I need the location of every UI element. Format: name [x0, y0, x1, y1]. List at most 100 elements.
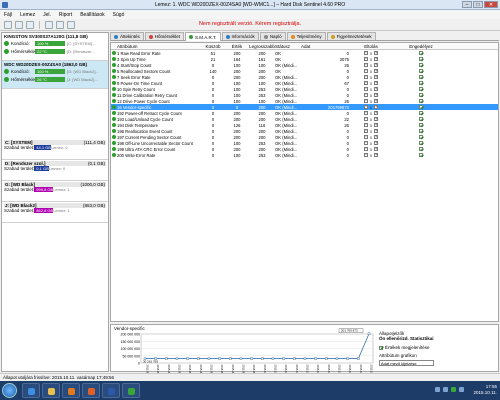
enable-checkbox[interactable]	[419, 141, 423, 145]
minus-button[interactable]: −	[363, 141, 368, 145]
plus-button[interactable]: +	[374, 69, 379, 73]
menu-help[interactable]: Súgó	[113, 12, 125, 18]
col-enable[interactable]: Engedélyez	[391, 44, 451, 49]
volume-item[interactable]: J: [WD Black2] (863,0 GB) Szabad terület:…	[2, 202, 108, 223]
col-threshold[interactable]: Küszöb	[201, 44, 225, 49]
show-values-checkbox[interactable]	[379, 345, 383, 350]
col-attribute[interactable]: Attribútum	[117, 44, 201, 49]
plus-button[interactable]: +	[374, 81, 379, 85]
tab-performance[interactable]: Teljesítmény	[286, 32, 326, 40]
maximize-button[interactable]: □	[473, 1, 483, 8]
minus-button[interactable]: −	[363, 57, 368, 61]
menu-file[interactable]: Fájl	[4, 12, 12, 18]
plus-button[interactable]: +	[374, 111, 379, 115]
col-value[interactable]: Érték	[225, 44, 249, 49]
tab-temperature[interactable]: Hőmérséklet	[144, 32, 185, 40]
tab-information[interactable]: Információk	[221, 32, 259, 40]
clock[interactable]: 17:55 2015.10.11.	[474, 384, 497, 396]
minus-button[interactable]: −	[363, 153, 368, 157]
table-row[interactable]: 200 Write Error Rate 0 100 253 OK (Mindi…	[111, 152, 498, 158]
plus-button[interactable]: +	[374, 75, 379, 79]
start-button[interactable]	[2, 383, 17, 398]
taskbar-app-word[interactable]	[102, 383, 120, 398]
tray-icon[interactable]	[435, 387, 440, 392]
minus-button[interactable]: −	[363, 81, 368, 85]
enable-checkbox[interactable]	[419, 129, 423, 133]
registration-message[interactable]: Nem regisztrált verzió. Kérem regisztrál…	[0, 21, 500, 27]
enable-checkbox[interactable]	[419, 153, 423, 157]
disk-item-1[interactable]: WDC WD20DZEX-00Z4SA0 (1863,0 GB) Kondíci…	[2, 61, 108, 89]
volume-item[interactable]: D: [Rendszer szol.] (0,1 GB) Szabad terül…	[2, 160, 108, 181]
minimize-button[interactable]: –	[462, 1, 472, 8]
minus-button[interactable]: −	[363, 147, 368, 151]
volume-item[interactable]: G: [WD Black] (1000,0 GB) Szabad terület:…	[2, 181, 108, 202]
plus-button[interactable]: +	[374, 99, 379, 103]
col-data[interactable]: Adat	[297, 44, 351, 49]
minus-button[interactable]: −	[363, 129, 368, 133]
taskbar-app-ie[interactable]	[22, 383, 40, 398]
enable-checkbox[interactable]	[419, 63, 423, 67]
minus-button[interactable]: −	[363, 75, 368, 79]
enable-checkbox[interactable]	[419, 135, 423, 139]
enable-checkbox[interactable]	[419, 123, 423, 127]
enable-checkbox[interactable]	[419, 51, 423, 55]
enable-checkbox[interactable]	[419, 57, 423, 61]
minus-button[interactable]: −	[363, 123, 368, 127]
minus-button[interactable]: −	[363, 117, 368, 121]
enable-checkbox[interactable]	[419, 81, 423, 85]
menu-report-jel[interactable]: Jel.	[43, 12, 51, 18]
tray-hds-icon[interactable]	[451, 387, 456, 392]
col-status[interactable]: Státusz	[275, 44, 297, 49]
enable-checkbox[interactable]	[419, 69, 423, 73]
enable-checkbox[interactable]	[419, 147, 423, 151]
taskbar-app-explorer[interactable]	[42, 383, 60, 398]
plus-button[interactable]: +	[374, 57, 379, 61]
col-offset[interactable]: Eltolás	[351, 44, 391, 49]
taskbar-app-firefox[interactable]	[82, 383, 100, 398]
tab-smart[interactable]: S.M.A.R.T.	[185, 32, 221, 41]
disk-item-0[interactable]: KINGSTON SV300S37A120G (111,8 GB) Kondíc…	[2, 33, 108, 61]
plus-button[interactable]: +	[374, 147, 379, 151]
minus-button[interactable]: −	[363, 111, 368, 115]
minus-button[interactable]: −	[363, 105, 368, 109]
minus-button[interactable]: −	[363, 63, 368, 67]
volume-item[interactable]: C: [SYSTEM] (111,4 GB) Szabad terület: 44,…	[2, 139, 108, 160]
plus-button[interactable]: +	[374, 129, 379, 133]
minus-button[interactable]: −	[363, 87, 368, 91]
tab-alerts[interactable]: Figyelmeztetések	[326, 32, 376, 40]
plus-button[interactable]: +	[374, 105, 379, 109]
enable-checkbox[interactable]	[419, 75, 423, 79]
enable-checkbox[interactable]	[419, 111, 423, 115]
plus-button[interactable]: +	[374, 63, 379, 67]
plus-button[interactable]: +	[374, 153, 379, 157]
menu-report[interactable]: Riport	[59, 12, 72, 18]
plus-button[interactable]: +	[374, 135, 379, 139]
minus-button[interactable]: −	[363, 69, 368, 73]
menu-settings[interactable]: Beállítások	[80, 12, 104, 18]
minus-button[interactable]: −	[363, 99, 368, 103]
minus-button[interactable]: −	[363, 51, 368, 55]
plus-button[interactable]: +	[374, 123, 379, 127]
plus-button[interactable]: +	[374, 93, 379, 97]
enable-checkbox[interactable]	[419, 105, 423, 109]
plus-button[interactable]: +	[374, 51, 379, 55]
col-worst[interactable]: Legrosszabb	[249, 44, 275, 49]
plus-button[interactable]: +	[374, 117, 379, 121]
taskbar-app-hds[interactable]	[122, 383, 140, 398]
minus-button[interactable]: −	[363, 93, 368, 97]
plus-button[interactable]: +	[374, 141, 379, 145]
plus-button[interactable]: +	[374, 87, 379, 91]
tray-icon[interactable]	[443, 387, 448, 392]
taskbar-app-media[interactable]	[62, 383, 80, 398]
close-button[interactable]: ✕	[484, 1, 498, 8]
tab-overview[interactable]: Áttekintés	[110, 32, 144, 40]
menu-disk[interactable]: Lemez	[20, 12, 35, 18]
enable-checkbox[interactable]	[419, 117, 423, 121]
enable-checkbox[interactable]	[419, 87, 423, 91]
volume-icon[interactable]	[459, 387, 464, 392]
enable-checkbox[interactable]	[419, 93, 423, 97]
attribute-graph-select[interactable]: Adat mező kijelzése	[379, 360, 434, 366]
tab-log[interactable]: Napló	[259, 32, 286, 40]
minus-button[interactable]: −	[363, 135, 368, 139]
enable-checkbox[interactable]	[419, 99, 423, 103]
